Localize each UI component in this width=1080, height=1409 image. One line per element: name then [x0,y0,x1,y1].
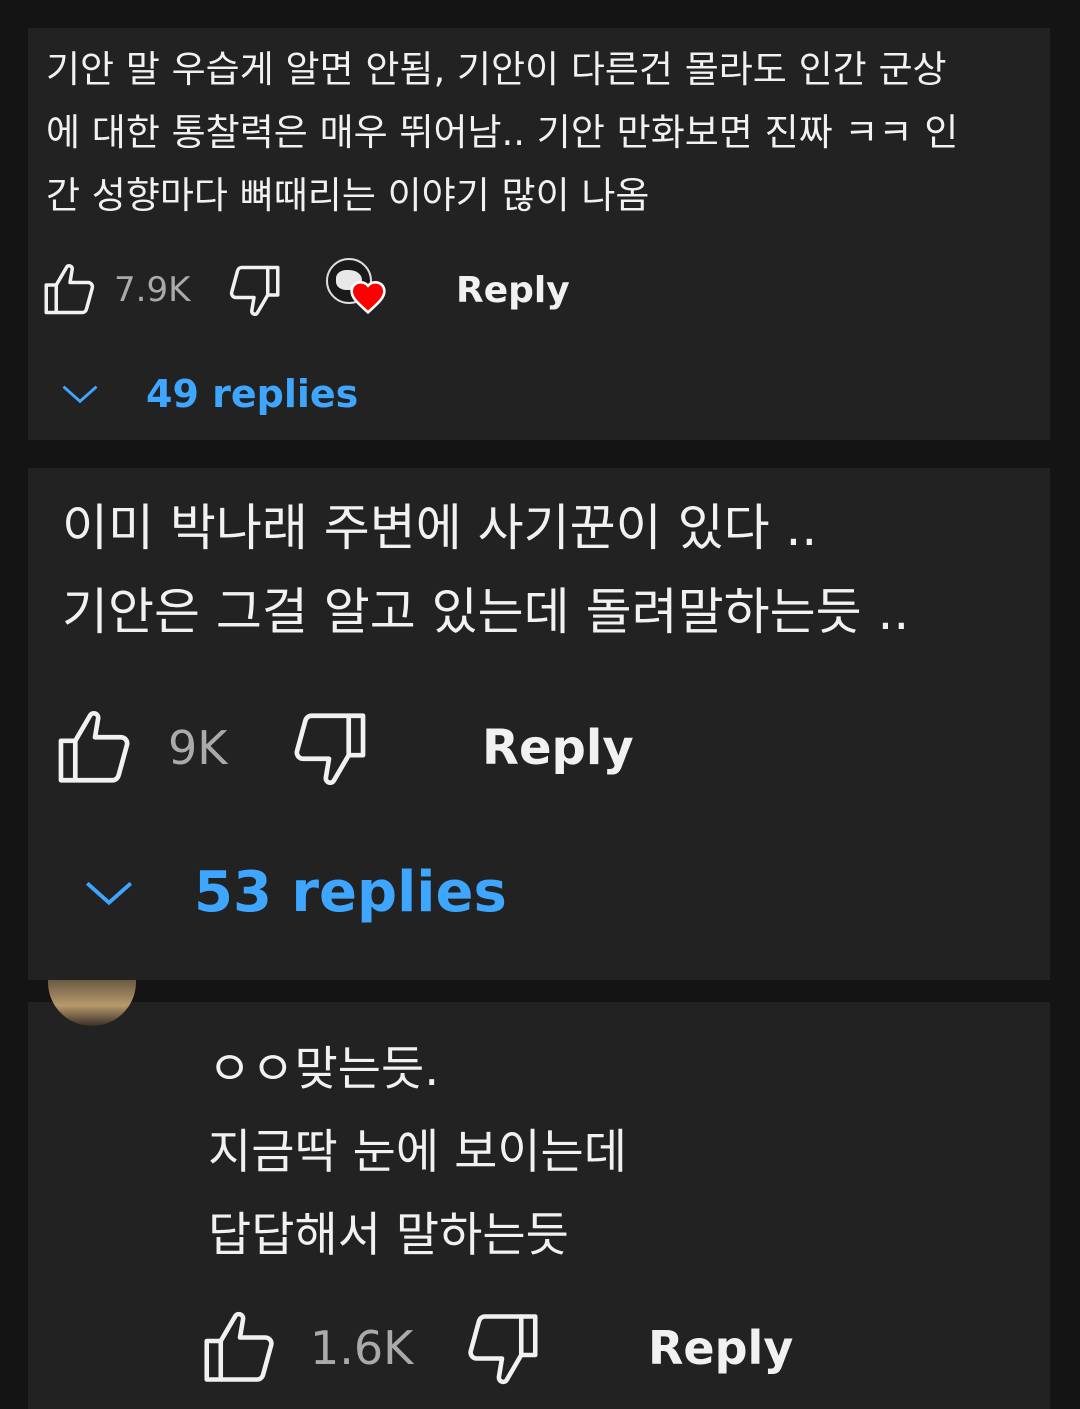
dislike-button[interactable] [224,260,284,320]
reply-button[interactable]: Reply [482,720,634,776]
chevron-down-icon [85,881,133,905]
reply-button[interactable]: Reply [648,1321,793,1375]
comment-actions: 7.9K Reply [40,258,570,322]
heart-icon [350,280,386,314]
like-button[interactable] [198,1306,282,1390]
dislike-button[interactable] [460,1306,544,1390]
thumb-up-icon [44,264,95,315]
avatar[interactable] [48,980,136,1026]
thumb-down-icon [468,1314,538,1385]
reply-card: ㅇㅇ맞는듯. 지금딱 눈에 보이는데 답답해서 말하는듯 1.6K Reply [28,980,1050,1409]
comment-actions: 9K Reply [52,704,634,792]
creator-heart-badge [322,258,394,322]
thumb-down-icon [229,265,280,316]
comments-page: 기안 말 우습게 알면 안됨, 기안이 다른건 몰라도 인간 군상 에 대한 통… [0,0,1080,1409]
dislike-button[interactable] [286,705,372,791]
like-count: 9K [168,721,228,775]
thumb-up-icon [58,710,130,783]
comment-text: 이미 박나래 주변에 사기꾼이 있다 .. 기안은 그걸 알고 있는데 돌려말하… [62,499,910,641]
comment-text: ㅇㅇ맞는듯. 지금딱 눈에 보이는데 답답해서 말하는듯 [208,1042,628,1263]
comment-actions: 1.6K Reply [198,1302,793,1394]
like-count: 1.6K [310,1321,414,1375]
view-replies-button[interactable]: 53 replies [80,860,507,925]
thumb-down-icon [294,713,366,786]
like-count: 7.9K [114,270,191,310]
reply-button[interactable]: Reply [456,270,570,311]
view-replies-button[interactable]: 49 replies [58,372,358,416]
like-button[interactable] [52,705,138,791]
comment-card: 이미 박나래 주변에 사기꾼이 있다 .. 기안은 그걸 알고 있는데 돌려말하… [28,468,1050,980]
comment-text: 기안 말 우습게 알면 안됨, 기안이 다른건 몰라도 인간 군상 에 대한 통… [46,48,959,217]
chevron-down-icon [62,385,98,404]
like-button[interactable] [40,260,100,320]
thumb-up-icon [204,1311,274,1382]
comment-card: 기안 말 우습게 알면 안됨, 기안이 다른건 몰라도 인간 군상 에 대한 통… [28,28,1050,440]
replies-count-label: 53 replies [194,860,507,925]
replies-count-label: 49 replies [146,372,359,416]
